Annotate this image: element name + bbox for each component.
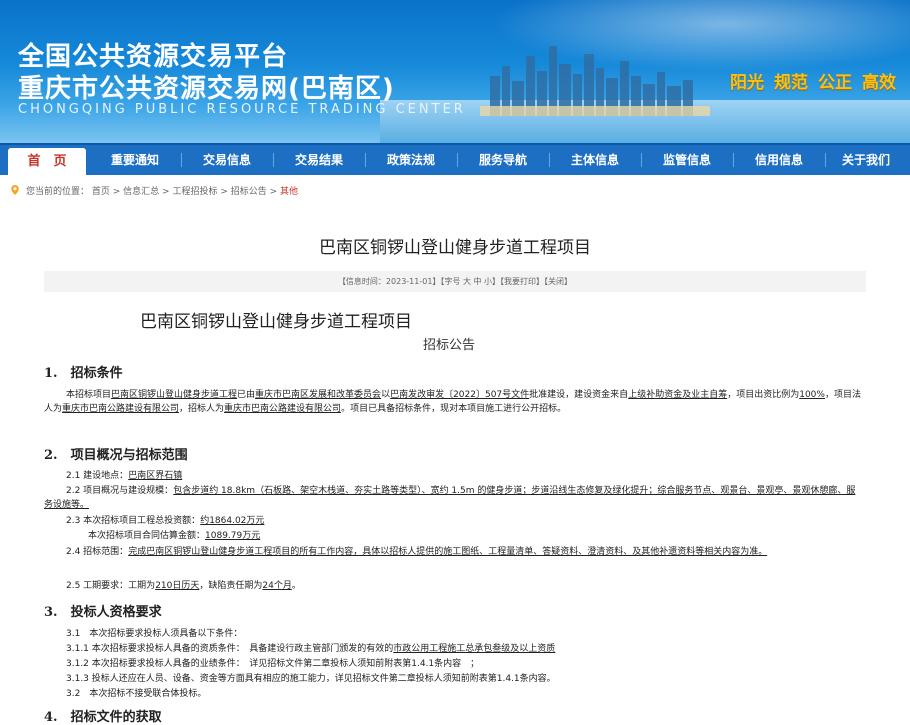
nav-item-home[interactable]: 首 页 [8, 148, 86, 175]
breadcrumb-prefix: 您当前的位置： [26, 187, 90, 197]
section-paragraph: 3.1 本次招标要求投标人须具备以下条件： [44, 627, 864, 641]
text: 重庆市巴南公路建设有限公司 [62, 404, 180, 414]
text: 。项目已具备招标条件，现对本项目施工进行公开招标。 [341, 404, 567, 414]
slogan: 阳光 规范 公正 高效 [720, 68, 896, 93]
document-title: 巴南区铜锣山登山健身步道工程项目 [140, 312, 412, 332]
breadcrumb-separator: > [159, 187, 173, 197]
section-heading: 2. 项目概况与招标范围 [44, 448, 188, 463]
location-pin-icon [11, 185, 19, 195]
section-paragraph: 本次招标项目合同估算金额：1089.79万元 [44, 529, 864, 543]
text: 3.1 本次招标要求投标人须具备以下条件： [66, 629, 243, 639]
text: 重庆市巴南区发展和改革委员会 [255, 390, 382, 400]
text: 3.1.2 本次招标要求投标人具备的业绩条件： 详见招标文件第二章投标人须知前附… [66, 659, 480, 669]
text: 2.2 项目概况与建设规模： [66, 486, 174, 496]
breadcrumb-separator: > [217, 187, 231, 197]
breadcrumb-link-notice[interactable]: 招标公告 [231, 187, 267, 197]
text: 100% [799, 390, 825, 400]
text: ，缺陷责任期为 [199, 581, 263, 591]
text: ，招标人为 [179, 404, 225, 414]
section-paragraph: 2.4 招标范围：完成巴南区铜锣山登山健身步道工程项目的所有工作内容，具体以招标… [44, 545, 864, 559]
text: 2.5 工期要求：工期为 [66, 581, 156, 591]
text: 。 [291, 581, 301, 591]
slogan-word: 公正 [818, 73, 852, 93]
nav-divider [733, 153, 734, 167]
site-title-line2: 重庆市公共资源交易网(巴南区) [18, 74, 395, 104]
section-heading: 1. 招标条件 [44, 366, 123, 381]
text: 1089.79万元 [205, 531, 261, 541]
section-paragraph: 2.3 本次招标项目工程总投资额：约1864.02万元 [44, 514, 864, 528]
section-paragraph: 2.2 项目概况与建设规模：包含步道约 18.8km（石板路、架空木栈道、夯实土… [44, 484, 864, 512]
section-paragraph: 2.1 建设地点：巴南区界石镇 [44, 469, 864, 483]
nav-item-policies[interactable]: 政策法规 [368, 145, 454, 175]
page-title: 巴南区铜锣山登山健身步道工程项目 [319, 238, 591, 258]
nav-item-trade-results[interactable]: 交易结果 [276, 145, 362, 175]
nav-item-credit-info[interactable]: 信用信息 [736, 145, 822, 175]
section-paragraph: 2.5 工期要求：工期为210日历天，缺陷责任期为24个月。 [44, 579, 864, 593]
breadcrumb-link-home[interactable]: 首页 [92, 187, 110, 197]
breadcrumb-separator: > [266, 187, 281, 197]
nav-item-about[interactable]: 关于我们 [826, 145, 906, 175]
slogan-word: 高效 [862, 73, 896, 93]
text: 24个月 [262, 581, 292, 591]
section-paragraph: 3.1.1 本次招标要求投标人具备的资质条件： 具备建设行政主管部门颁发的有效的… [44, 642, 864, 656]
breadcrumb-link-bidding[interactable]: 工程招投标 [172, 187, 217, 197]
section-paragraph: 3.1.2 本次招标要求投标人具备的业绩条件： 详见招标文件第二章投标人须知前附… [44, 657, 864, 671]
text: 本招标项目 [66, 390, 112, 400]
nav-divider [549, 153, 550, 167]
text: 市政公用工程施工总承包叁级及以上资质 [393, 644, 556, 654]
text: 210日历天 [155, 581, 200, 591]
header-banner: 全国公共资源交易平台 重庆市公共资源交易网(巴南区) CHONGQING PUB… [0, 0, 910, 143]
nav-item-service-guide[interactable]: 服务导航 [460, 145, 546, 175]
text: 约1864.02万元 [200, 516, 265, 526]
text: 重庆市巴南公路建设有限公司 [224, 404, 342, 414]
text: 2.3 本次招标项目工程总投资额： [66, 516, 201, 526]
slogan-word: 规范 [774, 73, 808, 93]
document-subtitle: 招标公告 [423, 338, 476, 353]
section-paragraph: 本招标项目巴南区铜锣山登山健身步道工程已由重庆市巴南区发展和改革委员会以巴南发改… [44, 388, 864, 416]
text: 已由 [237, 390, 256, 400]
nav-item-trade-info[interactable]: 交易信息 [184, 145, 270, 175]
breadcrumb-link-summary[interactable]: 信息汇总 [123, 187, 159, 197]
text: ，项目出资比例为 [727, 390, 800, 400]
nav-divider [181, 153, 182, 167]
text: 3.1.1 本次招标要求投标人具备的资质条件： 具备建设行政主管部门颁发的有效的 [66, 644, 394, 654]
text: 上级补助资金及业主自筹 [628, 390, 728, 400]
city-skyline-image [480, 46, 710, 116]
nav-divider [365, 153, 366, 167]
text: 完成巴南区铜锣山登山健身步道工程项目的所有工作内容，具体以招标人提供的施工图纸、… [128, 547, 768, 557]
slogan-word: 阳光 [730, 73, 764, 93]
main-nav: 首 页 重要通知 交易信息 交易结果 政策法规 服务导航 主体信息 监管信息 信… [0, 143, 910, 175]
nav-item-notices[interactable]: 重要通知 [92, 145, 178, 175]
text: 3.1.3 投标人还应在人员、设备、资金等方面具有相应的施工能力，详见招标文件第… [66, 674, 556, 684]
breadcrumb-separator: > [109, 187, 124, 197]
text: 2.4 招标范围： [66, 547, 129, 557]
article-info-bar[interactable]: 【信息时间：2023-11-01】【字号 大 中 小】【我要打印】【关闭】 [44, 271, 866, 292]
nav-divider [457, 153, 458, 167]
nav-item-entity-info[interactable]: 主体信息 [552, 145, 638, 175]
text: 以 [381, 390, 391, 400]
nav-divider [641, 153, 642, 167]
section-heading: 4. 招标文件的获取 [44, 710, 162, 725]
nav-divider [273, 153, 274, 167]
breadcrumb: 您当前的位置： 首页 > 信息汇总 > 工程招投标 > 招标公告 > 其他 [10, 184, 298, 197]
site-title-english: CHONGQING PUBLIC RESOURCE TRADING CENTER [18, 102, 466, 117]
section-heading: 3. 投标人资格要求 [44, 605, 162, 620]
text: 本次招标项目合同估算金额： [88, 531, 206, 541]
text: 2.1 建设地点： [66, 471, 129, 481]
text: 巴南区铜锣山登山健身步道工程 [111, 390, 238, 400]
section-paragraph: 3.1.3 投标人还应在人员、设备、资金等方面具有相应的施工能力，详见招标文件第… [44, 672, 864, 686]
text: 批准建设，建设资金来自 [529, 390, 629, 400]
text: 3.2 本次招标不接受联合体投标。 [66, 689, 207, 699]
text: 巴南区界石镇 [128, 471, 183, 481]
nav-item-supervision[interactable]: 监管信息 [644, 145, 730, 175]
breadcrumb-current[interactable]: 其他 [280, 187, 298, 197]
text: 巴南发改审发〔2022〕507号文件 [390, 390, 530, 400]
section-paragraph: 3.2 本次招标不接受联合体投标。 [44, 687, 864, 701]
